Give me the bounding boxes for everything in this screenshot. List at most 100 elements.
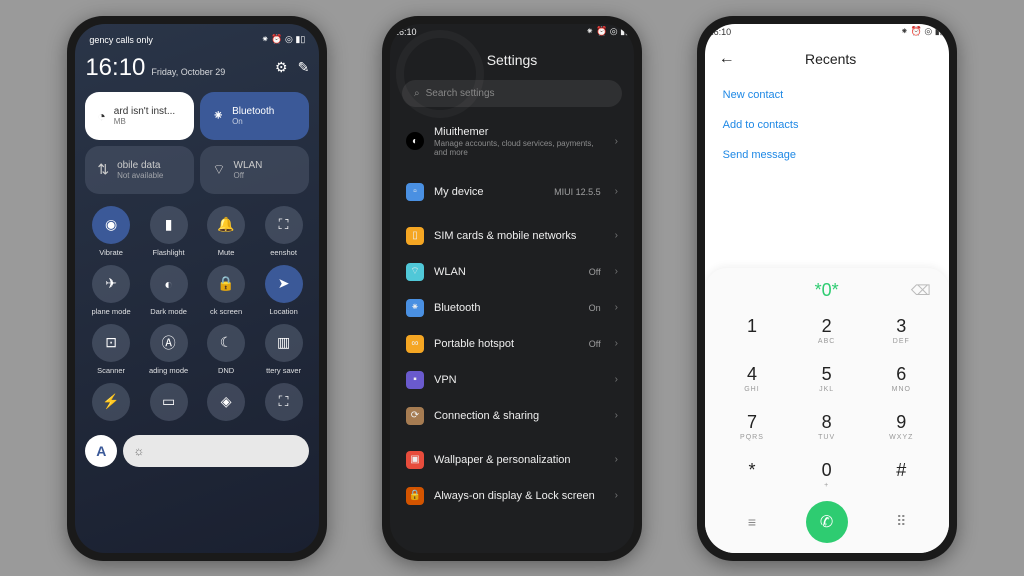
chevron-right-icon: › (615, 186, 618, 197)
quick-tile-wlan[interactable]: ⌔WLANOff (200, 146, 309, 194)
settings-row-wallpaper-personalization[interactable]: ▣Wallpaper & personalization› (394, 442, 630, 478)
dialkey-*[interactable]: * (715, 453, 790, 497)
toggle-ck-screen[interactable]: 🔒ck screen (200, 265, 252, 316)
gear-icon[interactable]: ⚙ (275, 59, 288, 76)
row-icon: ∞ (406, 335, 424, 353)
row-icon: ▣ (406, 451, 424, 469)
phone-dialer: 16:10 ⁕ ⏰ ◎ ▮▯ ← Recents New contactAdd … (697, 16, 957, 561)
tile-icon: ◔ (97, 108, 105, 124)
account-sub: Manage accounts, cloud services, payment… (434, 139, 605, 157)
toggle-ading-mode[interactable]: Ⓐading mode (143, 324, 195, 375)
status-icons: ⁕ ⏰ ◎ ▮▯ (901, 26, 945, 37)
dialkey-1[interactable]: 1 (715, 309, 790, 353)
toggle-icon: ▥ (265, 324, 303, 362)
account-row[interactable]: ◐ Miuithemer Manage accounts, cloud serv… (394, 117, 630, 166)
auto-brightness-button[interactable]: A (85, 435, 117, 467)
dialpad-toggle-button[interactable]: ⠿ (864, 513, 939, 530)
quick-tile-ard-isn-t-inst-[interactable]: ◔ard isn't inst...MB (85, 92, 194, 140)
toggle-icon: ◐ (150, 265, 188, 303)
dialkey-4[interactable]: 4GHI (715, 357, 790, 401)
brightness-slider[interactable]: ☼ (123, 435, 309, 467)
toggle-dark-mode[interactable]: ◐Dark mode (143, 265, 195, 316)
row-icon: ▪ (406, 371, 424, 389)
toggle-icon: ✈ (92, 265, 130, 303)
status-time: 16:10 (394, 27, 417, 37)
chevron-right-icon: › (615, 490, 618, 501)
toggle-dnd[interactable]: ☾DND (200, 324, 252, 375)
toggle-mute[interactable]: 🔔Mute (200, 206, 252, 257)
dialkey-6[interactable]: 6MNO (864, 357, 939, 401)
status-bar: 16:10 ⁕ ⏰ ◎ ▮▯ (390, 24, 634, 40)
settings-row-always-on-display-lock-screen[interactable]: 🔒Always-on display & Lock screen› (394, 478, 630, 514)
toggle-ttery-saver[interactable]: ▥ttery saver (258, 324, 310, 375)
toggle-icon: ◈ (207, 383, 245, 421)
clock-date: Friday, October 29 (151, 67, 225, 77)
toggle-tile[interactable]: ⛶ (258, 383, 310, 425)
action-send-message[interactable]: Send message (723, 140, 931, 170)
toggle-icon: ▭ (150, 383, 188, 421)
backspace-icon[interactable]: ⌫ (911, 282, 931, 299)
quick-tile-bluetooth[interactable]: ⁕BluetoothOn (200, 92, 309, 140)
chevron-right-icon: › (615, 338, 618, 349)
search-icon: ⌕ (414, 88, 420, 99)
status-icons: ⁕ ⏰ ◎ ▮▯ (586, 26, 630, 37)
status-bar: gency calls only ⁕ ⏰ ◎ ▮▯ (85, 32, 309, 48)
action-add-to-contacts[interactable]: Add to contacts (723, 110, 931, 140)
toggle-scanner[interactable]: ⊡Scanner (85, 324, 137, 375)
toggle-plane-mode[interactable]: ✈plane mode (85, 265, 137, 316)
row-icon: ⌔ (406, 263, 424, 281)
dialkey-7[interactable]: 7PQRS (715, 405, 790, 449)
search-placeholder: Search settings (426, 88, 495, 99)
dialkey-#[interactable]: # (864, 453, 939, 497)
toggle-icon: ◉ (92, 206, 130, 244)
tile-icon: ⌔ (212, 161, 225, 179)
toggle-eenshot[interactable]: ⛶eenshot (258, 206, 310, 257)
toggle-icon: ➤ (265, 265, 303, 303)
dialkey-9[interactable]: 9WXYZ (864, 405, 939, 449)
chevron-right-icon: › (615, 266, 618, 277)
settings-row-bluetooth[interactable]: ⁕BluetoothOn› (394, 290, 630, 326)
chevron-right-icon: › (615, 454, 618, 465)
status-time: 16:10 (709, 27, 732, 37)
dialkey-3[interactable]: 3DEF (864, 309, 939, 353)
toggle-tile[interactable]: ▭ (143, 383, 195, 425)
phone-control-center: gency calls only ⁕ ⏰ ◎ ▮▯ 16:10 Friday, … (67, 16, 327, 561)
settings-row-portable-hotspot[interactable]: ∞Portable hotspotOff› (394, 326, 630, 362)
dialkey-8[interactable]: 8TUV (789, 405, 864, 449)
dialkey-5[interactable]: 5JKL (789, 357, 864, 401)
toggle-flashlight[interactable]: ▮Flashlight (143, 206, 195, 257)
toggle-icon: ▮ (150, 206, 188, 244)
settings-row-connection-sharing[interactable]: ⟳Connection & sharing› (394, 398, 630, 434)
chevron-right-icon: › (615, 302, 618, 313)
toggle-vibrate[interactable]: ◉Vibrate (85, 206, 137, 257)
row-icon: ⟳ (406, 407, 424, 425)
toggle-tile[interactable]: ⚡ (85, 383, 137, 425)
edit-icon[interactable]: ✎ (298, 59, 310, 76)
quick-tile-obile-data[interactable]: ⇅obile dataNot available (85, 146, 194, 194)
back-button[interactable]: ← (719, 50, 735, 68)
search-input[interactable]: ⌕ Search settings (402, 80, 622, 107)
dialkey-0[interactable]: 0+ (789, 453, 864, 497)
settings-row-wlan[interactable]: ⌔WLANOff› (394, 254, 630, 290)
action-new-contact[interactable]: New contact (723, 80, 931, 110)
settings-row-vpn[interactable]: ▪VPN› (394, 362, 630, 398)
toggle-icon: ☾ (207, 324, 245, 362)
tile-icon: ⁕ (212, 107, 224, 124)
call-button[interactable]: ✆ (806, 501, 848, 543)
chevron-right-icon: › (615, 136, 618, 147)
menu-button[interactable]: ≡ (715, 514, 790, 530)
settings-row-my-device[interactable]: ▫My deviceMIUI 12.5.5› (394, 174, 630, 210)
toggle-location[interactable]: ➤Location (258, 265, 310, 316)
settings-row-sim-cards-mobile-networks[interactable]: ▯SIM cards & mobile networks› (394, 218, 630, 254)
row-icon: ▯ (406, 227, 424, 245)
row-icon: ▫ (406, 183, 424, 201)
page-title: Recents (805, 51, 856, 67)
dialkey-2[interactable]: 2ABC (789, 309, 864, 353)
avatar-icon: ◐ (406, 132, 424, 150)
chevron-right-icon: › (615, 230, 618, 241)
clock-time: 16:10 (85, 54, 145, 82)
row-icon: ⁕ (406, 299, 424, 317)
tile-icon: ⇅ (97, 161, 109, 178)
status-icons: ⁕ ⏰ ◎ ▮▯ (261, 34, 305, 45)
toggle-tile[interactable]: ◈ (200, 383, 252, 425)
